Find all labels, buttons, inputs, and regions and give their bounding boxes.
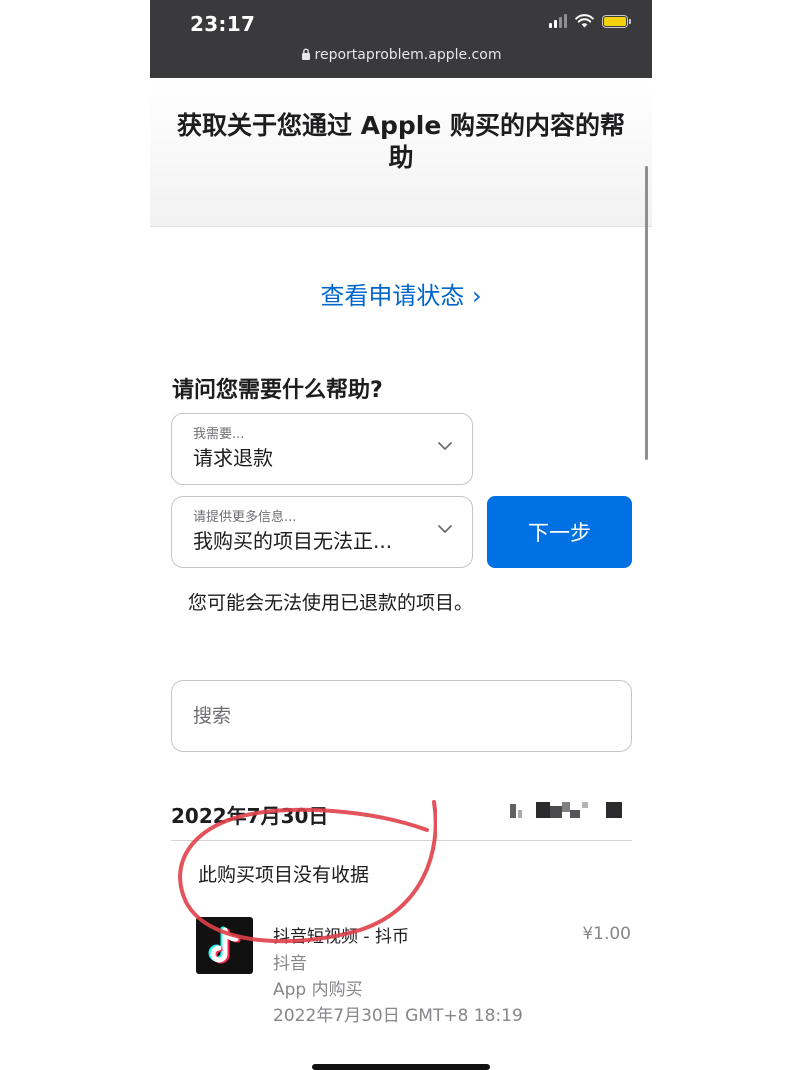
cellular-signal-icon: [549, 14, 567, 28]
music-note-icon: [208, 926, 240, 963]
purchase-date: 2022年7月30日: [171, 804, 329, 828]
page-header: 获取关于您通过 Apple 购买的内容的帮助: [150, 78, 652, 227]
need-select-value: 请求退款: [193, 446, 273, 470]
more-info-select[interactable]: 请提供更多信息... 我购买的项目无法正...: [171, 496, 473, 568]
help-question-heading: 请问您需要什么帮助?: [172, 378, 383, 403]
view-request-status-link[interactable]: 查看申请状态 ›: [150, 276, 652, 311]
home-indicator: [312, 1064, 490, 1070]
url-bar[interactable]: reportaproblem.apple.com: [150, 47, 652, 63]
item-app-name: 抖音: [273, 954, 307, 974]
search-input[interactable]: [171, 680, 632, 752]
lock-icon: [301, 48, 310, 60]
need-select-caption: 我需要...: [193, 427, 245, 442]
item-price: ¥1.00: [582, 924, 631, 944]
item-name[interactable]: 抖音短视频 - 抖币: [273, 922, 409, 947]
browser-top-bar: 23:17 reportaproblem.apple.com: [150, 0, 652, 78]
status-time: 23:17: [190, 12, 256, 36]
masked-order-id: [510, 802, 624, 820]
battery-icon: [602, 14, 631, 28]
wifi-icon: [575, 14, 594, 28]
page-title: 获取关于您通过 Apple 购买的内容的帮助: [176, 111, 626, 172]
purchase-divider: [171, 840, 632, 841]
scrollbar[interactable]: [645, 166, 648, 460]
douyin-app-icon: [196, 917, 253, 974]
refund-notice: 您可能会无法使用已退款的项目。: [188, 592, 474, 614]
item-type: App 内购买: [273, 980, 363, 1000]
more-info-select-caption: 请提供更多信息...: [193, 510, 297, 525]
item-datetime: 2022年7月30日 GMT+8 18:19: [273, 1006, 523, 1026]
url-text: reportaproblem.apple.com: [314, 47, 502, 63]
chevron-down-icon: [438, 442, 452, 450]
next-step-button[interactable]: 下一步: [487, 496, 632, 568]
need-select[interactable]: 我需要... 请求退款: [171, 413, 473, 485]
more-info-select-value: 我购买的项目无法正...: [193, 529, 393, 553]
chevron-down-icon: [438, 525, 452, 533]
status-icons: [549, 14, 631, 28]
phone-screen: 23:17 reportaproblem.apple.com 获取关于您通过 A…: [150, 0, 652, 1070]
no-receipt-text: 此购买项目没有收据: [198, 864, 370, 886]
